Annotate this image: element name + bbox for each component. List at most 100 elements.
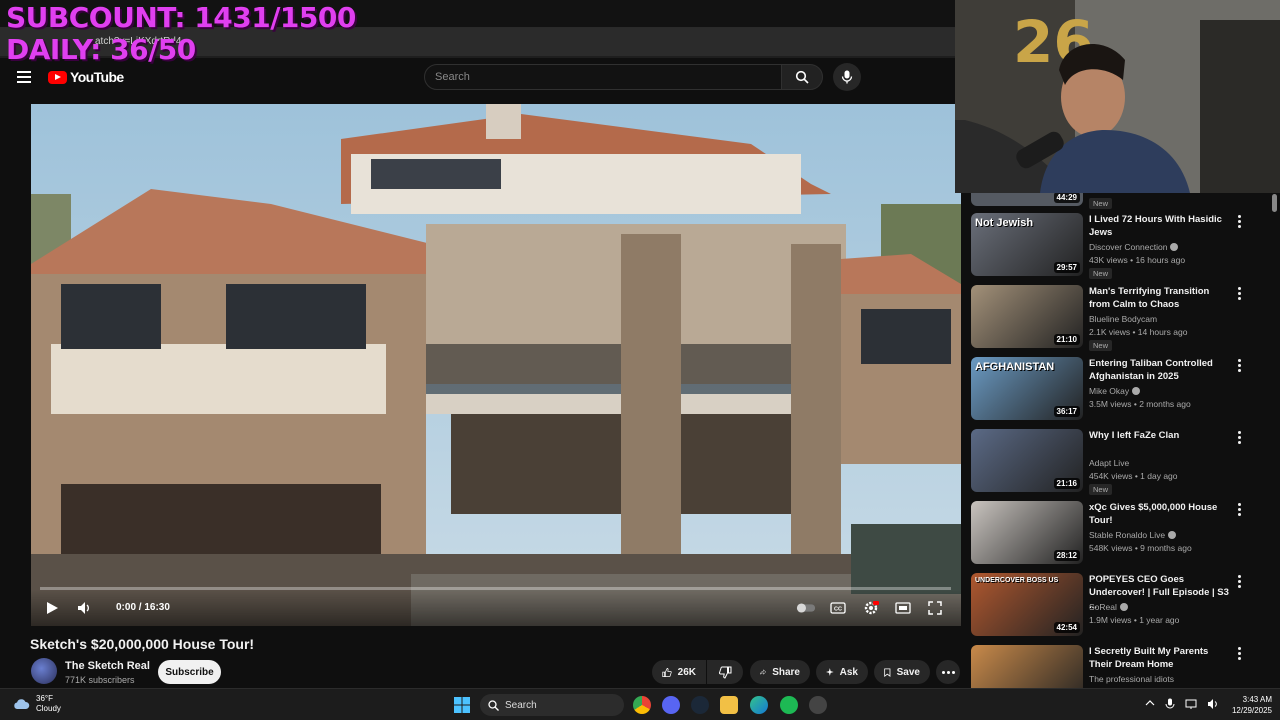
recommendation-item[interactable]: 21:16 Why I left FaZe Clan Adapt Live 454K … [971, 429, 1271, 495]
play-button[interactable] [42, 598, 62, 618]
more-options-icon[interactable] [1233, 647, 1245, 661]
sidebar-scrollbar[interactable] [1271, 186, 1278, 686]
obs-icon[interactable] [809, 696, 827, 714]
settings-button[interactable] [861, 598, 881, 618]
volume-icon [78, 602, 89, 614]
recommendation-channel[interactable]: Discover Connection [1089, 242, 1179, 252]
like-button[interactable]: 26K [652, 660, 706, 684]
dislike-button[interactable] [707, 660, 743, 684]
steam-icon[interactable] [691, 696, 709, 714]
channel-name[interactable]: The Sketch Real [65, 660, 150, 672]
more-options-icon[interactable] [1233, 431, 1245, 445]
video-thumbnail[interactable]: 21:10 [971, 285, 1083, 348]
search-input[interactable]: Search [424, 64, 782, 90]
new-badge: New [1089, 484, 1113, 495]
thumbnail-text: Not Jewish [975, 217, 1034, 229]
chevron-up-icon[interactable] [1145, 698, 1155, 708]
weather-widget[interactable]: 36°F Cloudy [12, 694, 61, 714]
recommendation-item[interactable]: UNDERCOVER BOSS US 42:54 POPEYES CEO Goes … [971, 573, 1271, 637]
search-button[interactable] [781, 64, 823, 90]
subcount-text: SUBCOUNT: 1431/1500 [6, 1, 356, 34]
video-thumbnail[interactable]: UNDERCOVER BOSS US 42:54 [971, 573, 1083, 636]
channel-name-text: Stable Ronaldo Live [1089, 530, 1166, 540]
recommendation-channel[interactable]: SoReal [1089, 602, 1128, 612]
webcam-feed: 26 [955, 0, 1280, 193]
screen: atch?v=LjKXdrtRrl4 SUBCOUNT: 1431/1500 D… [0, 0, 1280, 720]
sparkle-icon [826, 668, 834, 676]
video-frame [31, 104, 961, 626]
windows-start-button[interactable] [454, 697, 472, 715]
voice-search-button[interactable] [833, 63, 861, 91]
video-duration: 28:12 [1053, 550, 1080, 561]
spotify-icon[interactable] [780, 696, 798, 714]
recommendation-item[interactable]: 44:29 New [971, 193, 1271, 209]
channel-name-text: Adapt Live [1089, 458, 1130, 468]
video-thumbnail[interactable]: 28:12 [971, 501, 1083, 564]
recommendation-channel[interactable]: The professional idiots [1089, 674, 1174, 684]
volume-icon[interactable] [1207, 698, 1219, 710]
recommendation-item[interactable]: 21:10 Man's Terrifying Transition from Ca… [971, 285, 1271, 351]
recommendation-channel[interactable]: Stable Ronaldo Live [1089, 530, 1177, 540]
video-thumbnail[interactable]: AFGHANISTAN 36:17 [971, 357, 1083, 420]
system-clock[interactable]: 3:43 AM 12/29/2025 [1232, 694, 1272, 716]
recommendation-item[interactable]: AFGHANISTAN 36:17 Entering Taliban Control… [971, 357, 1271, 421]
daily-text: DAILY: 36/50 [6, 33, 196, 66]
recommendation-item[interactable]: 33:03I Secretly Built My Parents Their D… [971, 645, 1271, 688]
channel-name-text: Discover Connection [1089, 242, 1168, 252]
recommendation-channel[interactable]: Mike Okay [1089, 386, 1141, 396]
share-button[interactable]: Share [750, 660, 810, 684]
chrome-icon[interactable] [633, 696, 651, 714]
fullscreen-button[interactable] [925, 598, 945, 618]
video-thumbnail[interactable]: Not Jewish 29:57 [971, 213, 1083, 276]
recommendation-meta: 3.5M views • 2 months ago [1089, 399, 1191, 409]
channel-name-text: Blueline Bodycam [1089, 314, 1158, 324]
captions-button[interactable]: CC [828, 598, 848, 618]
scrollbar-thumb[interactable] [1272, 194, 1277, 212]
video-thumbnail[interactable]: 33:03 [971, 645, 1083, 688]
new-badge: New [1089, 268, 1113, 279]
youtube-logo[interactable]: YouTube [48, 69, 124, 85]
channel-avatar[interactable] [31, 658, 57, 684]
video-player[interactable]: 0:00 / 16:30 CC [31, 104, 961, 626]
recommendation-title[interactable]: Why I left FaZe Clan [1089, 429, 1229, 442]
more-options-icon[interactable] [1233, 359, 1245, 373]
mute-button[interactable] [75, 598, 95, 618]
thumbs-down-icon [718, 666, 731, 679]
recommendation-item[interactable]: Not Jewish 29:57 I Lived 72 Hours With Has… [971, 213, 1271, 279]
subscribe-button[interactable]: Subscribe [158, 660, 221, 684]
recommendation-title[interactable]: Man's Terrifying Transition from Calm to… [1089, 285, 1229, 311]
more-options-icon[interactable] [1233, 503, 1245, 517]
more-options-icon[interactable] [1233, 215, 1245, 229]
microphone-icon[interactable] [1165, 698, 1175, 710]
fullscreen-icon [928, 601, 942, 615]
recommendation-channel[interactable]: Blueline Bodycam [1089, 314, 1157, 324]
recommendation-title[interactable]: Entering Taliban Controlled Afghanistan … [1089, 357, 1229, 383]
video-duration: 21:16 [1053, 478, 1080, 489]
thumbs-up-icon [662, 667, 672, 677]
video-thumbnail[interactable]: 44:29 [971, 193, 1083, 206]
ask-button[interactable]: Ask [816, 660, 868, 684]
discord-icon[interactable] [662, 696, 680, 714]
weather-description: Cloudy [36, 704, 61, 713]
more-actions-button[interactable] [936, 660, 960, 684]
file-explorer-icon[interactable] [720, 696, 738, 714]
subscriber-count: 771K subscribers [65, 675, 135, 685]
autoplay-toggle[interactable] [796, 598, 816, 618]
menu-icon[interactable] [17, 71, 31, 83]
windows-taskbar: 36°F Cloudy Search 3:43 AM 12/29/2025 [0, 688, 1280, 720]
recommendation-title[interactable]: xQc Gives $5,000,000 House Tour! [1089, 501, 1229, 527]
network-icon[interactable] [1185, 698, 1197, 710]
edge-icon[interactable] [750, 696, 768, 714]
more-options-icon[interactable] [1233, 575, 1245, 589]
recommendation-title[interactable]: I Lived 72 Hours With Hasidic Jews [1089, 213, 1229, 239]
save-button[interactable]: Save [874, 660, 930, 684]
time-display: 0:00 / 16:30 [116, 602, 170, 613]
recommendation-channel[interactable]: Adapt Live [1089, 458, 1129, 468]
verified-check-icon [1170, 242, 1179, 251]
video-thumbnail[interactable]: 21:16 [971, 429, 1083, 492]
theater-mode-button[interactable] [893, 598, 913, 618]
more-options-icon[interactable] [1233, 287, 1245, 301]
recommendation-title[interactable]: I Secretly Built My Parents Their Dream … [1089, 645, 1229, 671]
recommendation-item[interactable]: 28:12 xQc Gives $5,000,000 House Tour! Sta… [971, 501, 1271, 565]
taskbar-search[interactable]: Search [480, 694, 624, 716]
